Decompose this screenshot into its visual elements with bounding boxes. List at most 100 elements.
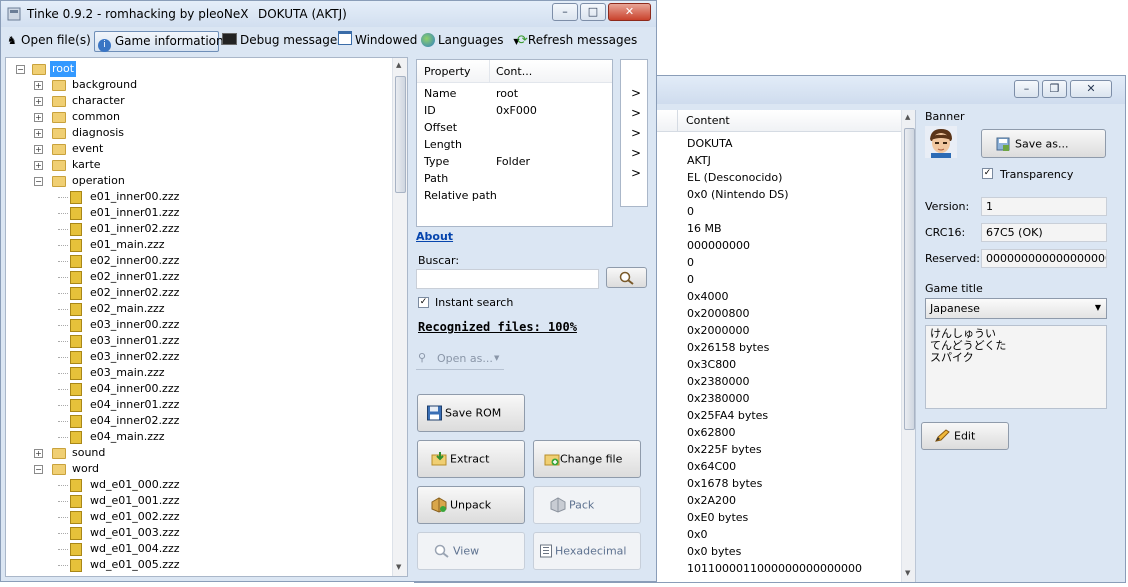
property-value[interactable]: root bbox=[496, 87, 518, 100]
reserved-field[interactable]: 0000000000000000000000 bbox=[981, 249, 1107, 268]
content-row[interactable]: 0x2380000 bbox=[687, 373, 862, 390]
collapse-icon[interactable]: − bbox=[34, 177, 43, 186]
open-files-button[interactable]: ♞ Open file(s) bbox=[7, 31, 91, 52]
grid-scrollbar[interactable]: ▲ ▼ bbox=[901, 110, 915, 582]
content-row[interactable]: 0x2380000 bbox=[687, 390, 862, 407]
tree-label: wd_e01_002.zzz bbox=[90, 510, 180, 523]
expand-icon[interactable]: + bbox=[34, 161, 43, 170]
edit-button[interactable]: Edit bbox=[921, 422, 1009, 450]
debug-messages-button[interactable]: Debug messages bbox=[222, 31, 343, 52]
instant-search-checkbox[interactable]: ✓ bbox=[418, 297, 429, 308]
arrow-right-icon[interactable]: > bbox=[631, 126, 641, 140]
content-row[interactable]: 1011000011000000000000000 bbox=[687, 560, 862, 577]
scroll-down-icon[interactable]: ▼ bbox=[396, 563, 401, 571]
maximize-button[interactable]: ❐ bbox=[1042, 80, 1067, 98]
scroll-thumb[interactable] bbox=[904, 128, 915, 430]
view-button[interactable]: View bbox=[417, 532, 525, 570]
scroll-thumb[interactable] bbox=[395, 76, 406, 193]
arrow-right-icon[interactable]: > bbox=[631, 146, 641, 160]
content-row[interactable]: 16 MB bbox=[687, 220, 862, 237]
content-row[interactable]: 0x2000800 bbox=[687, 305, 862, 322]
windowed-button[interactable]: Windowed bbox=[338, 31, 417, 52]
change-file-button[interactable]: Change file bbox=[533, 440, 641, 478]
extract-button[interactable]: Extract bbox=[417, 440, 525, 478]
scroll-down-icon[interactable]: ▼ bbox=[905, 569, 910, 577]
content-row[interactable]: AKTJ bbox=[687, 152, 862, 169]
scroll-up-icon[interactable]: ▲ bbox=[905, 113, 910, 121]
property-value[interactable]: 0xF000 bbox=[496, 104, 537, 117]
refresh-messages-button[interactable]: ⟳Refresh messages bbox=[517, 31, 637, 52]
hexadecimal-button[interactable]: Hexadecimal bbox=[533, 532, 641, 570]
content-row[interactable]: 0x0 (Nintendo DS) bbox=[687, 186, 862, 203]
search-button[interactable] bbox=[606, 267, 647, 288]
open-as-dropdown[interactable]: ⚲ Open as... ▼ bbox=[416, 349, 504, 370]
property-name[interactable]: Relative path bbox=[424, 189, 497, 202]
file-icon bbox=[70, 367, 82, 380]
column-property[interactable]: Property bbox=[424, 65, 471, 78]
pack-button[interactable]: Pack bbox=[533, 486, 641, 524]
scroll-up-icon[interactable]: ▲ bbox=[396, 61, 401, 69]
globe-icon bbox=[421, 33, 435, 47]
content-row[interactable]: 0x0 bytes bbox=[687, 543, 862, 560]
collapse-icon[interactable]: − bbox=[34, 465, 43, 474]
expand-icon[interactable]: + bbox=[34, 97, 43, 106]
property-name[interactable]: Length bbox=[424, 138, 462, 151]
content-row[interactable]: 0 bbox=[687, 271, 862, 288]
expand-icon[interactable]: + bbox=[34, 145, 43, 154]
content-row[interactable]: 0 bbox=[687, 203, 862, 220]
unpack-button[interactable]: Unpack bbox=[417, 486, 525, 524]
property-value[interactable]: Folder bbox=[496, 155, 530, 168]
language-select[interactable]: Japanese ▼ bbox=[925, 298, 1107, 319]
column-content[interactable]: Content bbox=[686, 114, 730, 127]
maximize-button[interactable]: □ bbox=[580, 3, 606, 21]
content-row[interactable]: 0x25FA4 bytes bbox=[687, 407, 862, 424]
close-button[interactable]: ✕ bbox=[608, 3, 651, 21]
crc-field[interactable]: 67C5 (OK) bbox=[981, 223, 1107, 242]
content-row[interactable]: DOKUTA bbox=[687, 135, 862, 152]
game-information-button[interactable]: i Game information bbox=[94, 31, 224, 52]
content-row[interactable]: 000000000 bbox=[687, 237, 862, 254]
minimize-button[interactable]: – bbox=[1014, 80, 1039, 98]
content-row[interactable]: 0x0 bbox=[687, 526, 862, 543]
save-as-button[interactable]: Save as... bbox=[981, 129, 1106, 158]
expand-icon[interactable]: + bbox=[34, 113, 43, 122]
content-row[interactable]: 0x26158 bytes bbox=[687, 339, 862, 356]
properties-list[interactable]: Property Cont... Name root ID 0xF000 Offset L… bbox=[416, 59, 613, 227]
property-name[interactable]: Path bbox=[424, 172, 448, 185]
about-link[interactable]: About bbox=[416, 230, 453, 243]
expand-icon[interactable]: + bbox=[34, 129, 43, 138]
transparency-checkbox[interactable]: ✓ bbox=[982, 168, 993, 179]
version-field[interactable]: 1 bbox=[981, 197, 1107, 216]
content-row[interactable]: EL (Desconocido) bbox=[687, 169, 862, 186]
content-row[interactable]: 0x225F bytes bbox=[687, 441, 862, 458]
arrow-right-icon[interactable]: > bbox=[631, 106, 641, 120]
content-row[interactable]: 0x3C800 bbox=[687, 356, 862, 373]
property-name[interactable]: ID bbox=[424, 104, 436, 117]
game-title-textarea[interactable]: けんしゅうい てんどうどくた スパイク bbox=[925, 325, 1107, 409]
close-button[interactable]: ✕ bbox=[1070, 80, 1112, 98]
content-row[interactable]: 0x1678 bytes bbox=[687, 475, 862, 492]
search-input[interactable] bbox=[416, 269, 599, 289]
property-name[interactable]: Type bbox=[424, 155, 449, 168]
column-content[interactable]: Cont... bbox=[496, 65, 532, 78]
save-rom-button[interactable]: Save ROM bbox=[417, 394, 525, 432]
collapse-icon[interactable]: − bbox=[16, 65, 25, 74]
content-row[interactable]: 0x4000 bbox=[687, 288, 862, 305]
arrow-right-icon[interactable]: > bbox=[631, 166, 641, 180]
tree-scrollbar[interactable]: ▲ ▼ bbox=[392, 58, 407, 576]
arrow-right-icon[interactable]: > bbox=[631, 86, 641, 100]
property-name[interactable]: Offset bbox=[424, 121, 457, 134]
content-row[interactable]: 0x62800 bbox=[687, 424, 862, 441]
expand-icon[interactable]: + bbox=[34, 449, 43, 458]
content-row[interactable]: 0x2000000 bbox=[687, 322, 862, 339]
languages-button[interactable]: Languages ▼ bbox=[421, 31, 519, 52]
content-row[interactable]: 0xE0 bytes bbox=[687, 509, 862, 526]
expand-icon[interactable]: + bbox=[34, 81, 43, 90]
content-row[interactable]: 0 bbox=[687, 254, 862, 271]
content-row[interactable]: 0x64C00 bbox=[687, 458, 862, 475]
property-name[interactable]: Name bbox=[424, 87, 456, 100]
content-row[interactable]: 0x2A200 bbox=[687, 492, 862, 509]
file-icon bbox=[70, 303, 82, 316]
minimize-button[interactable]: – bbox=[552, 3, 578, 21]
file-tree[interactable]: − root + background + character + common + diagno… bbox=[5, 57, 408, 577]
